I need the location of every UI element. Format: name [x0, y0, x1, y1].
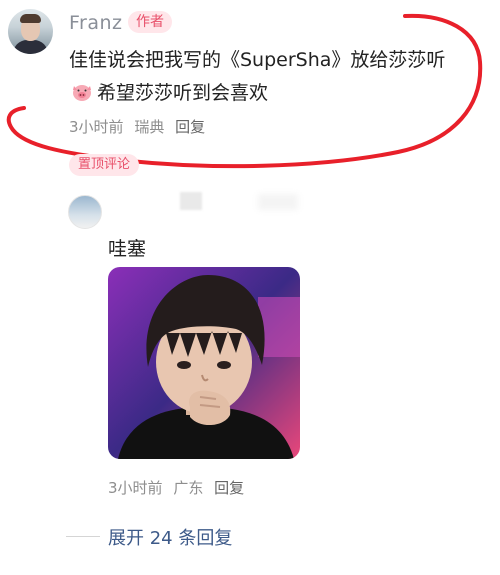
- expand-divider: [66, 536, 100, 537]
- blurred-tag: [258, 194, 298, 210]
- comment-text: 佳佳说会把我写的《SuperSha》放给莎莎听 希望莎莎听到会喜欢: [69, 44, 459, 110]
- comment-text-part1: 佳佳说会把我写的《SuperSha》放给莎莎听: [69, 49, 446, 71]
- author-badge: 作者: [128, 11, 172, 33]
- pig-face-emoji-icon: [73, 85, 91, 101]
- reply-text: 哇塞: [108, 238, 147, 260]
- comment-meta: 3小时前 瑞典 回复: [69, 116, 211, 137]
- reply-avatar[interactable]: [68, 195, 102, 229]
- comment-time: 3小时前: [69, 118, 124, 136]
- comment-text-part2: 希望莎莎听到会喜欢: [97, 82, 269, 104]
- author-name[interactable]: Franz: [69, 12, 123, 34]
- comment-location: 瑞典: [134, 118, 165, 136]
- reply-image[interactable]: [108, 267, 300, 459]
- avatar-hair: [20, 14, 41, 23]
- expand-replies-button[interactable]: 展开 24 条回复: [108, 524, 232, 550]
- author-avatar[interactable]: [8, 9, 53, 54]
- reply-meta: 3小时前 广东 回复: [108, 477, 250, 498]
- person-photo-icon: [108, 267, 300, 459]
- reply-reply-button[interactable]: 回复: [214, 479, 244, 497]
- blurred-username: [180, 192, 202, 210]
- avatar-shirt: [13, 40, 48, 54]
- reply-time: 3小时前: [108, 479, 163, 497]
- reply-location: 广东: [173, 479, 204, 497]
- pinned-badge: 置顶评论: [69, 154, 140, 176]
- comment-reply-button[interactable]: 回复: [175, 118, 205, 136]
